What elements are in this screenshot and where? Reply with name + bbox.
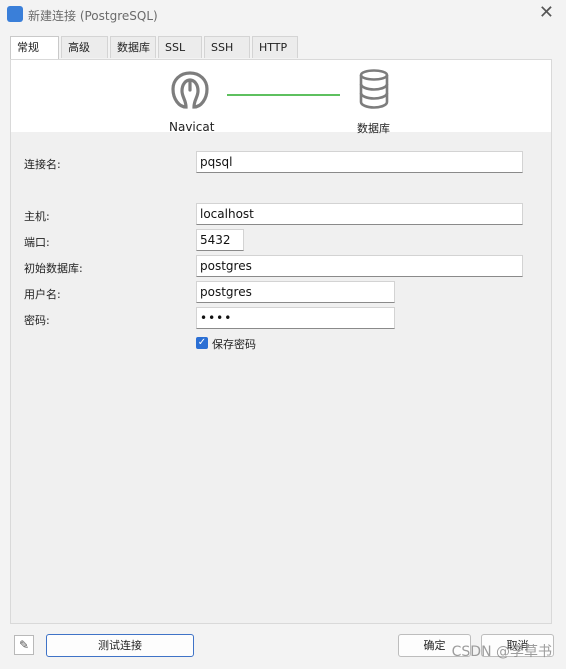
tab-general[interactable]: 常规: [10, 36, 59, 60]
connection-line: [227, 94, 340, 96]
tab-http[interactable]: HTTP: [252, 36, 298, 58]
test-connection-button[interactable]: 测试连接: [46, 634, 194, 657]
save-password-label: 保存密码: [212, 338, 256, 351]
edit-notes-icon[interactable]: ✎: [14, 635, 34, 655]
password-input[interactable]: ••••: [196, 307, 395, 329]
close-icon[interactable]: ✕: [539, 3, 554, 23]
database-label: 数据库: [357, 122, 390, 135]
initial-database-label: 初始数据库:: [24, 262, 83, 275]
general-panel: Navicat 数据库 连接名: pqsql 主机: localhost 端口:…: [10, 59, 552, 624]
port-label: 端口:: [24, 236, 50, 249]
navicat-label: Navicat: [169, 120, 215, 134]
navicat-logo-icon: [171, 71, 209, 109]
connection-name-input[interactable]: pqsql: [196, 151, 523, 173]
tab-database[interactable]: 数据库: [110, 36, 156, 58]
watermark: CSDN @李草书: [451, 644, 552, 660]
app-icon: [7, 6, 23, 22]
window-title: 新建连接 (PostgreSQL): [28, 9, 158, 23]
username-label: 用户名:: [24, 288, 61, 301]
title-bar: 新建连接 (PostgreSQL) ✕: [0, 0, 566, 30]
tab-advanced[interactable]: 高级: [61, 36, 108, 58]
password-label: 密码:: [24, 314, 50, 327]
initial-database-input[interactable]: postgres: [196, 255, 523, 277]
tab-ssh[interactable]: SSH: [204, 36, 250, 58]
username-input[interactable]: postgres: [196, 281, 395, 303]
database-icon: [359, 69, 389, 109]
save-password-checkbox[interactable]: ✓: [196, 337, 208, 349]
host-label: 主机:: [24, 210, 50, 223]
host-input[interactable]: localhost: [196, 203, 523, 225]
port-input[interactable]: 5432: [196, 229, 244, 251]
tab-ssl[interactable]: SSL: [158, 36, 202, 58]
connection-name-label: 连接名:: [24, 158, 61, 171]
connection-banner: Navicat 数据库: [11, 60, 551, 135]
